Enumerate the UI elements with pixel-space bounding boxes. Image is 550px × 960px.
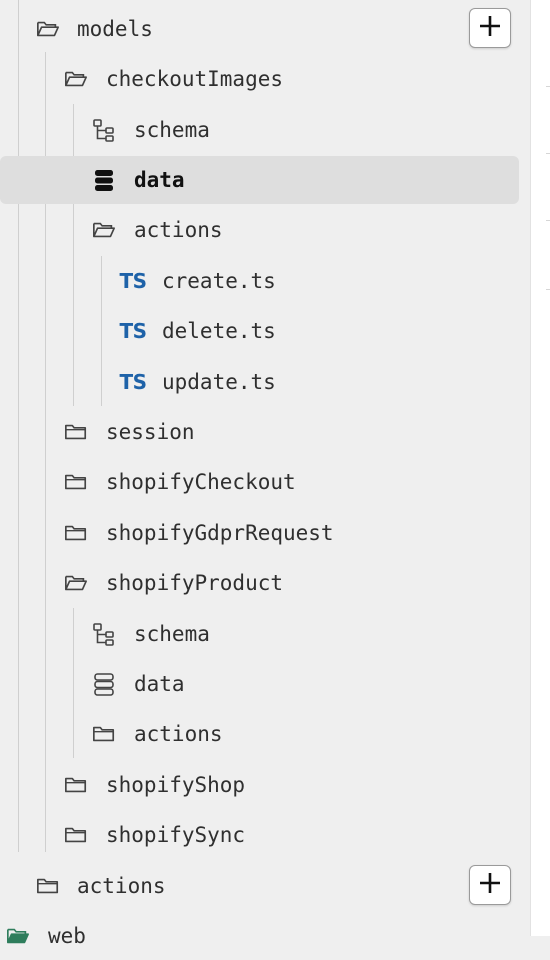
tree-item-label: data	[134, 168, 185, 192]
tree-item-create-ts[interactable]: TS create.ts	[0, 257, 520, 305]
tree-item-label: shopifyCheckout	[106, 470, 296, 494]
typescript-icon: TS	[119, 319, 147, 343]
typescript-icon: TS	[119, 370, 147, 394]
folder-icon	[64, 825, 88, 845]
add-action-button[interactable]	[469, 865, 511, 905]
folder-icon	[64, 523, 88, 543]
typescript-icon: TS	[119, 269, 147, 293]
tree-item-update-ts[interactable]: TS update.ts	[0, 358, 520, 406]
plus-icon	[478, 14, 502, 42]
tree-item-label: actions	[134, 722, 223, 746]
editor-pane-edge	[530, 0, 550, 936]
editor-divider	[546, 220, 550, 221]
tree-item-label: shopifySync	[106, 823, 246, 847]
tree-item-label: shopifyShop	[106, 773, 246, 797]
tree-item-shopifyproduct[interactable]: shopifyProduct	[0, 559, 520, 607]
folder-icon	[36, 876, 60, 896]
tree-item-session[interactable]: session	[0, 408, 520, 456]
folder-icon	[64, 422, 88, 442]
folder-open-icon	[6, 926, 30, 946]
editor-divider	[546, 86, 550, 87]
folder-open-icon	[64, 573, 88, 593]
tree-item-actions[interactable]: actions	[0, 710, 520, 758]
database-icon	[92, 170, 116, 191]
tree-item-label: models	[77, 17, 153, 41]
folder-open-icon	[92, 220, 116, 240]
tree-item-data-selected[interactable]: data	[0, 156, 519, 204]
tree-item-label: schema	[134, 118, 210, 142]
tree-item-shopifysync[interactable]: shopifySync	[0, 811, 520, 859]
tree-item-shopifyshop[interactable]: shopifyShop	[0, 761, 520, 809]
tree-item-label: delete.ts	[162, 319, 276, 343]
file-tree-panel: models checkoutImages schema data action…	[0, 0, 530, 948]
tree-item-label: actions	[77, 874, 166, 898]
tree-item-data[interactable]: data	[0, 660, 520, 708]
tree-item-schema[interactable]: schema	[0, 106, 520, 154]
plus-icon	[478, 871, 502, 899]
tree-item-delete-ts[interactable]: TS delete.ts	[0, 307, 520, 355]
schema-tree-icon	[92, 623, 116, 646]
tree-item-label: update.ts	[162, 370, 276, 394]
tree-item-root-actions[interactable]: actions	[0, 862, 520, 910]
folder-icon	[64, 472, 88, 492]
tree-item-label: actions	[134, 218, 223, 242]
schema-tree-icon	[92, 119, 116, 142]
tree-item-actions[interactable]: actions	[0, 206, 520, 254]
tree-item-checkoutimages[interactable]: checkoutImages	[0, 55, 520, 103]
tree-item-label: session	[106, 420, 195, 444]
tree-item-label: schema	[134, 622, 210, 646]
tree-item-label: shopifyGdprRequest	[106, 521, 334, 545]
tree-item-shopifygdprrequest[interactable]: shopifyGdprRequest	[0, 509, 520, 557]
database-icon	[92, 673, 116, 696]
add-model-button[interactable]	[469, 8, 511, 48]
editor-divider	[546, 153, 550, 154]
tree-item-label: create.ts	[162, 269, 276, 293]
tree-item-label: shopifyProduct	[106, 571, 284, 595]
folder-open-icon	[64, 69, 88, 89]
tree-item-shopifycheckout[interactable]: shopifyCheckout	[0, 458, 520, 506]
tree-item-web[interactable]: web	[0, 912, 520, 960]
tree-item-models[interactable]: models	[0, 5, 520, 53]
tree-item-label: web	[48, 924, 86, 948]
folder-icon	[64, 775, 88, 795]
folder-icon	[92, 724, 116, 744]
editor-divider	[546, 289, 550, 290]
tree-item-schema[interactable]: schema	[0, 610, 520, 658]
folder-open-icon	[36, 19, 60, 39]
tree-item-label: checkoutImages	[106, 67, 284, 91]
tree-item-label: data	[134, 672, 185, 696]
